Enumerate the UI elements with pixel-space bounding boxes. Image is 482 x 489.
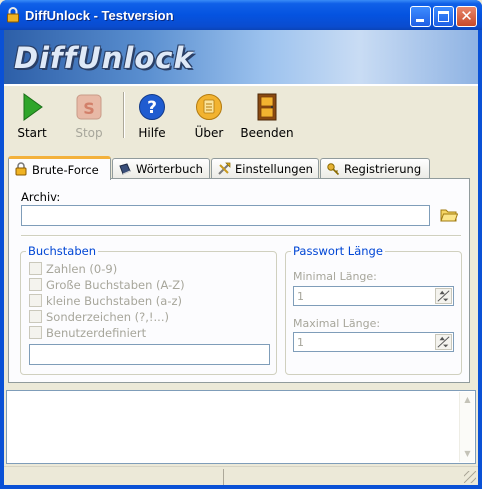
app-window: DiffUnlock - Testversion ✕ DiffUnlock St… — [0, 0, 482, 489]
passwort-laenge-title: Passwort Länge — [291, 244, 385, 258]
key-icon — [327, 163, 340, 176]
banner: DiffUnlock — [4, 30, 478, 84]
spinner-updown-icon[interactable] — [435, 288, 452, 304]
checkbox-sonderzeichen-box[interactable] — [29, 310, 42, 323]
checkbox-grosse-buchstaben-label: Große Buchstaben (A-Z) — [46, 278, 185, 292]
toolbar: Start S Stop ? Hilfe Über Beenden — [4, 86, 478, 146]
scroll-down-icon[interactable]: ▼ — [461, 447, 474, 461]
checkbox-zahlen-label: Zahlen (0-9) — [46, 262, 118, 276]
tab-einstellungen-label: Einstellungen — [235, 162, 313, 176]
svg-text:?: ? — [147, 98, 157, 118]
minimize-icon — [416, 19, 424, 22]
lock-icon — [15, 162, 27, 176]
tab-registrierung[interactable]: Registrierung — [320, 158, 430, 178]
checkbox-grosse-buchstaben-box[interactable] — [29, 278, 42, 291]
tab-einstellungen[interactable]: Einstellungen — [211, 158, 319, 178]
tab-woerterbuch[interactable]: Wörterbuch — [112, 158, 210, 178]
svg-text:S: S — [83, 99, 95, 118]
ueber-label: Über — [194, 126, 224, 140]
checkbox-benutzerdefiniert-label: Benutzerdefiniert — [46, 326, 147, 340]
play-icon — [23, 93, 43, 121]
maximal-laenge-label: Maximal Länge: — [293, 317, 381, 330]
archiv-input[interactable] — [21, 205, 430, 226]
section-divider — [21, 235, 461, 237]
banner-logo: DiffUnlock — [14, 41, 194, 75]
ueber-button[interactable]: Über — [181, 90, 237, 144]
stop-label: Stop — [75, 126, 103, 140]
resize-grip-icon[interactable] — [464, 471, 476, 483]
beenden-label: Beenden — [240, 126, 294, 140]
client-area: DiffUnlock Start S Stop ? Hilfe Über Bee… — [4, 30, 478, 485]
minimize-button[interactable] — [410, 6, 431, 27]
help-icon: ? — [139, 94, 165, 120]
checkbox-kleine-buchstaben-box[interactable] — [29, 294, 42, 307]
tab-woerterbuch-label: Wörterbuch — [136, 162, 203, 176]
folder-open-icon[interactable] — [440, 207, 458, 223]
close-icon: ✕ — [460, 7, 473, 25]
maximal-laenge-spinner[interactable]: 1 — [293, 332, 454, 352]
checkbox-kleine-buchstaben-label: kleine Buchstaben (a-z) — [46, 294, 183, 308]
start-button[interactable]: Start — [4, 90, 60, 144]
beenden-button[interactable]: Beenden — [239, 90, 295, 144]
scroll-up-icon[interactable]: ▲ — [461, 393, 474, 407]
settings-tools-icon — [218, 162, 231, 175]
minimal-laenge-value: 1 — [297, 290, 304, 303]
info-icon — [196, 94, 222, 120]
stop-button[interactable]: S Stop — [61, 90, 117, 144]
book-icon — [119, 163, 131, 175]
tab-brute-force-label: Brute-Force — [32, 163, 99, 177]
minimal-laenge-spinner[interactable]: 1 — [293, 286, 454, 306]
status-pane-divider — [223, 469, 224, 485]
checkbox-zahlen-box[interactable] — [29, 262, 42, 275]
checkbox-benutzerdefiniert-box[interactable] — [29, 326, 42, 339]
status-bar — [4, 466, 478, 485]
checkbox-sonderzeichen-label: Sonderzeichen (?,!...) — [46, 310, 169, 324]
title-bar[interactable]: DiffUnlock - Testversion ✕ — [0, 0, 482, 30]
toolbar-separator — [123, 92, 125, 138]
window-title: DiffUnlock - Testversion — [25, 8, 174, 23]
benutzerdefiniert-input[interactable] — [29, 344, 270, 365]
buchstaben-title: Buchstaben — [26, 244, 99, 258]
close-button[interactable]: ✕ — [456, 6, 477, 27]
hilfe-label: Hilfe — [138, 126, 166, 140]
padlock-icon — [7, 7, 19, 23]
start-label: Start — [17, 126, 47, 140]
archiv-label: Archiv: — [21, 190, 61, 204]
tab-brute-force[interactable]: Brute-Force — [8, 156, 111, 180]
tab-registrierung-label: Registrierung — [344, 162, 422, 176]
maximize-icon — [438, 11, 449, 22]
maximal-laenge-value: 1 — [297, 336, 304, 349]
hilfe-button[interactable]: ? Hilfe — [124, 90, 180, 144]
maximize-button[interactable] — [433, 6, 454, 27]
minimal-laenge-label: Minimal Länge: — [293, 270, 377, 283]
door-exit-icon — [257, 93, 277, 121]
vertical-scrollbar[interactable]: ▲ ▼ — [459, 392, 474, 462]
spinner-updown-icon[interactable] — [435, 334, 452, 350]
output-log[interactable]: ▲ ▼ — [6, 390, 476, 464]
stop-icon: S — [76, 94, 102, 120]
